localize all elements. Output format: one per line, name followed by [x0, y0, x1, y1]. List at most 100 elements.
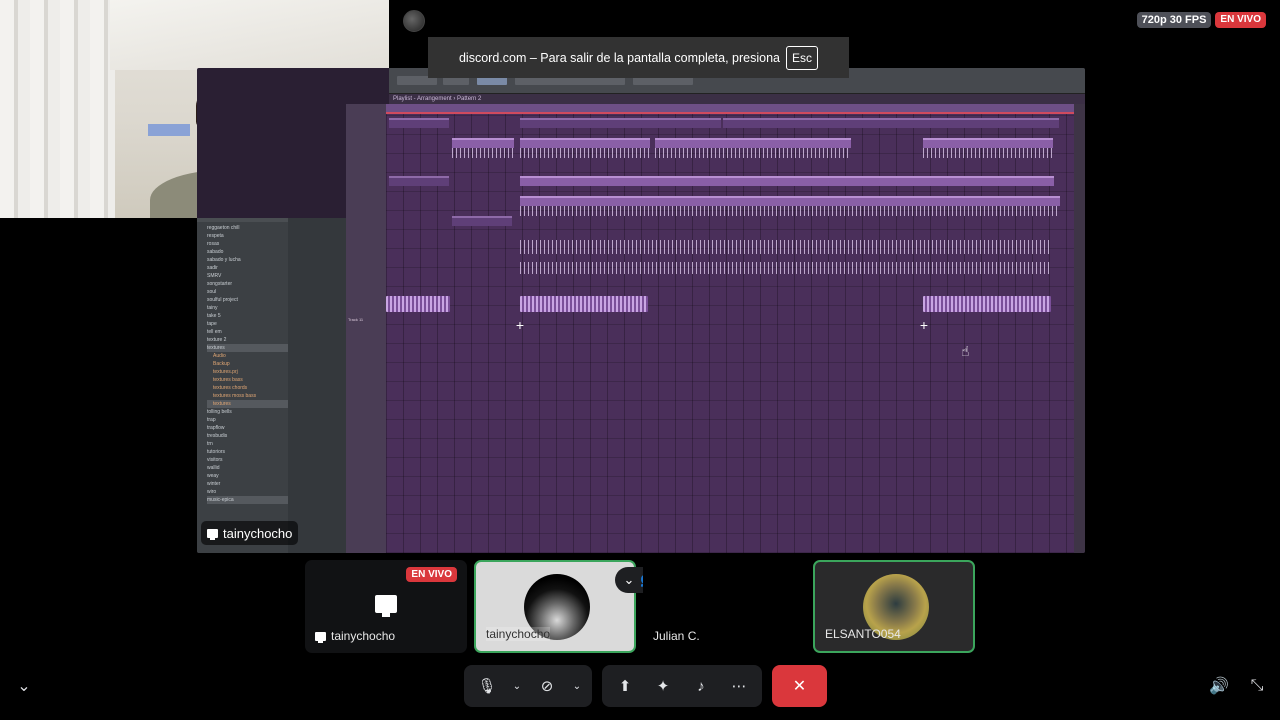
discord-stage: 720p 30 FPS EN VIVO Playlist - Arrangeme…: [0, 0, 1280, 720]
clip[interactable]: [655, 138, 851, 148]
browser-item[interactable]: textures: [207, 344, 288, 352]
clip[interactable]: [723, 118, 923, 128]
screen-owner-label: tainychocho: [201, 521, 299, 545]
browser-item[interactable]: songstarter: [207, 280, 288, 288]
monitor-icon: [315, 631, 326, 643]
playlist-grid[interactable]: [386, 104, 1074, 553]
leave-call-icon: ✕: [792, 678, 807, 695]
clip[interactable]: [655, 118, 721, 128]
audio-clip[interactable]: [520, 296, 648, 312]
screen-share-icon: [375, 595, 397, 617]
volume-icon[interactable]: 🔊: [1207, 674, 1231, 698]
browser-item[interactable]: rosas: [207, 240, 288, 248]
browser-item[interactable]: trn: [207, 440, 288, 448]
timeline-ruler[interactable]: [386, 104, 1074, 114]
more-icon[interactable]: ⋯: [724, 671, 754, 701]
hihat-pattern: [520, 262, 1052, 274]
browser-item[interactable]: tainy: [207, 304, 288, 312]
browser-item[interactable]: tresbudis: [207, 432, 288, 440]
browser-item[interactable]: tolling bells: [207, 408, 288, 416]
action-controls: ⬆ ✦ ♪ ⋯: [602, 665, 762, 707]
browser-item[interactable]: winter: [207, 480, 288, 488]
clip[interactable]: [520, 138, 650, 148]
clip[interactable]: [452, 138, 514, 148]
browser-item[interactable]: tell em: [207, 328, 288, 336]
browser-item[interactable]: visitors: [207, 456, 288, 464]
vertical-scrollbar[interactable]: [1074, 104, 1085, 553]
clip[interactable]: [520, 176, 1054, 186]
browser-item[interactable]: reggaeton chill: [207, 224, 288, 232]
participant-name-text: tainychocho: [331, 629, 396, 643]
stream-badges: 720p 30 FPS EN VIVO: [1136, 12, 1266, 28]
browser-item[interactable]: trapflow: [207, 424, 288, 432]
clip[interactable]: [923, 138, 1053, 148]
microphone-icon[interactable]: 🎙: [472, 671, 502, 701]
participant-tile[interactable]: Julian C.: [643, 560, 805, 653]
browser-item[interactable]: sabado: [207, 248, 288, 256]
av-controls: 🎙 ⌄ ⊘ ⌄: [464, 665, 592, 707]
browser-item[interactable]: trap: [207, 416, 288, 424]
screen-owner-name: tainychocho: [223, 525, 293, 541]
screen-share-icon[interactable]: ⬆: [610, 671, 640, 701]
hand-cursor-icon: ☝: [961, 343, 970, 359]
poster: [148, 124, 190, 136]
clip[interactable]: [389, 118, 449, 128]
browser-item[interactable]: soulful project: [207, 296, 288, 304]
chevron-down-icon[interactable]: ⌄: [570, 671, 584, 701]
browser-subitem[interactable]: textures: [207, 400, 288, 408]
server-avatar-icon[interactable]: [403, 10, 425, 32]
camera-off-icon[interactable]: ⊘: [532, 671, 562, 701]
browser-item[interactable]: music-epica: [207, 496, 288, 504]
esc-key: Esc: [786, 45, 819, 70]
browser-subitem[interactable]: Backup: [207, 360, 288, 368]
clip[interactable]: [923, 118, 1059, 128]
browser-list: reggaeton chill respeta rosas sabado sab…: [197, 222, 288, 504]
browser-item[interactable]: SMRV: [207, 272, 288, 280]
automation-marker-icon[interactable]: +: [917, 318, 931, 332]
fl-window-title: Playlist - Arrangement › Pattern 2: [389, 94, 1085, 104]
chevron-down-icon[interactable]: ⌄: [623, 572, 634, 588]
browser-item[interactable]: soul: [207, 288, 288, 296]
browser-item[interactable]: sabado y lucha: [207, 256, 288, 264]
browser-subitem[interactable]: textures.prj: [207, 368, 288, 376]
browser-item[interactable]: texture 2: [207, 336, 288, 344]
browser-item[interactable]: respeta: [207, 232, 288, 240]
toast-message: discord.com – Para salir de la pantalla …: [458, 50, 780, 65]
automation-marker-icon[interactable]: +: [513, 318, 527, 332]
chevron-down-icon[interactable]: ⌄: [510, 671, 524, 701]
chevron-down-icon[interactable]: ⌄: [12, 674, 36, 698]
hihat-pattern: [520, 240, 1052, 254]
audio-clip[interactable]: [923, 296, 1051, 312]
browser-subitem[interactable]: Audio: [207, 352, 288, 360]
participant-tile-screen[interactable]: EN VIVO tainychocho: [305, 560, 467, 653]
call-controls: 🎙 ⌄ ⊘ ⌄ ⬆ ✦ ♪ ⋯ ✕: [464, 665, 827, 707]
browser-item[interactable]: take 5: [207, 312, 288, 320]
browser-item[interactable]: tape: [207, 320, 288, 328]
browser-item[interactable]: wallid: [207, 464, 288, 472]
clip[interactable]: [389, 176, 449, 186]
fl-browser-panel[interactable]: reggaeton chill respeta rosas sabado sab…: [197, 218, 288, 553]
browser-item[interactable]: sadir: [207, 264, 288, 272]
curtain: [0, 0, 115, 218]
browser-subitem[interactable]: textures bass: [207, 376, 288, 384]
exit-fullscreen-icon[interactable]: ⤡: [1245, 674, 1269, 698]
browser-subitem[interactable]: textures moss bass: [207, 392, 288, 400]
participant-tile[interactable]: ELSANTO054: [813, 560, 975, 653]
leave-call-button[interactable]: ✕: [772, 665, 827, 707]
clip[interactable]: [520, 196, 1060, 206]
activities-icon[interactable]: ✦: [648, 671, 678, 701]
shared-screen[interactable]: Playlist - Arrangement › Pattern 2 Track…: [197, 68, 1085, 553]
participant-name: Julian C.: [653, 629, 700, 643]
clip[interactable]: [452, 216, 512, 226]
browser-subitem[interactable]: textures chords: [207, 384, 288, 392]
browser-item[interactable]: wiro: [207, 488, 288, 496]
browser-item[interactable]: tutoriors: [207, 448, 288, 456]
browser-item[interactable]: weay: [207, 472, 288, 480]
track-label: Track 11: [348, 317, 364, 322]
participant-name: tainychocho: [315, 629, 395, 643]
participant-tile[interactable]: tainychocho: [474, 560, 636, 653]
audio-clip[interactable]: [386, 296, 450, 312]
track-headers: Track 11: [346, 104, 386, 553]
clip[interactable]: [520, 118, 655, 128]
soundboard-icon[interactable]: ♪: [686, 671, 716, 701]
